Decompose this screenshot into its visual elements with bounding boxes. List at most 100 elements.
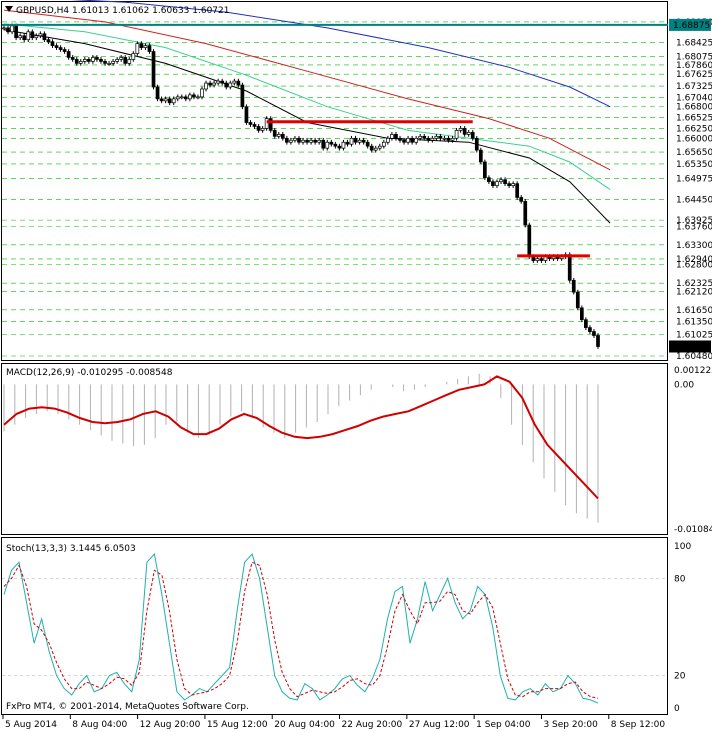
chart-header: GBPUSD,H4 1.61013 1.61062 1.60633 1.6072… xyxy=(16,6,229,16)
candle-body xyxy=(438,135,443,139)
price-label: 1.62800 xyxy=(676,260,712,270)
candle-body xyxy=(466,132,471,135)
candle-body xyxy=(280,133,285,139)
candle-body xyxy=(30,31,35,39)
price-label: 1.63300 xyxy=(676,241,712,251)
candle-body xyxy=(74,59,79,64)
candle-body xyxy=(256,126,261,131)
candle-body xyxy=(470,132,475,139)
candle-body xyxy=(14,25,18,39)
stoch-signal-line xyxy=(3,561,599,699)
candle-body xyxy=(95,57,99,60)
candle-body xyxy=(297,137,301,143)
candle-body xyxy=(272,130,277,137)
candle-body xyxy=(341,141,346,149)
candle-body xyxy=(151,51,156,88)
candle-body xyxy=(196,96,200,99)
candle-body xyxy=(430,137,435,141)
stoch-axis-label: 0 xyxy=(674,704,680,714)
candle-body xyxy=(111,61,115,64)
time-label: 5 Aug 2014 xyxy=(5,720,57,730)
candle-body xyxy=(6,27,10,33)
price-label: 1.64975 xyxy=(676,175,712,185)
moving-averages xyxy=(3,0,611,224)
candles xyxy=(2,23,600,349)
candle-body xyxy=(535,258,540,261)
candle-body xyxy=(474,137,479,151)
candle-body xyxy=(228,82,233,88)
candle-body xyxy=(200,88,204,98)
price-box-label: 1.60721 xyxy=(673,342,710,352)
candle-body xyxy=(373,147,378,151)
candle-body xyxy=(139,43,144,48)
candle-body xyxy=(147,45,152,52)
candle-body xyxy=(123,57,128,64)
chart-canvas: 1.689501.684251.680751.678601.676251.673… xyxy=(1,0,712,730)
time-label: 15 Aug 12:00 xyxy=(207,720,268,730)
candle-body xyxy=(34,35,39,39)
candle-body xyxy=(224,82,229,88)
candle-body xyxy=(402,139,406,143)
candle-body xyxy=(345,141,350,145)
candle-body xyxy=(22,35,27,41)
macd-layer: 0.001222 0.00 -0.010843 xyxy=(3,366,712,535)
time-label: 1 Sep 04:00 xyxy=(476,720,531,730)
candle-body xyxy=(212,82,216,86)
candle-body xyxy=(305,139,309,143)
candle-body xyxy=(365,141,370,147)
candle-body xyxy=(390,133,394,139)
candle-body xyxy=(377,145,382,149)
candle-body xyxy=(579,307,584,321)
candle-body xyxy=(462,128,467,135)
price-label: 1.61650 xyxy=(676,306,712,316)
price-label: 1.61350 xyxy=(676,318,712,328)
candle-body xyxy=(313,139,317,143)
candle-body xyxy=(175,96,180,100)
candle-body xyxy=(163,98,168,102)
candle-body xyxy=(91,57,95,62)
time-label: 8 Aug 04:00 xyxy=(72,720,127,730)
time-label: 3 Sep 20:00 xyxy=(543,720,598,730)
candle-body xyxy=(115,59,119,62)
candle-body xyxy=(337,145,342,149)
price-label: 1.63760 xyxy=(676,223,712,233)
candle-body xyxy=(264,118,269,129)
price-label: 1.61025 xyxy=(676,331,712,341)
time-label: 12 Aug 20:00 xyxy=(140,720,201,730)
candle-body xyxy=(349,137,354,145)
candle-body xyxy=(143,45,148,48)
price-label: 1.60480 xyxy=(676,352,712,362)
candle-body xyxy=(119,57,124,60)
candle-body xyxy=(398,137,402,141)
copyright-text: FxPro MT4, © 2001-2014, MetaQuotes Softw… xyxy=(6,702,249,712)
candle-body xyxy=(58,47,63,50)
macd-title: MACD(12,26,9) -0.010295 -0.008548 xyxy=(6,368,173,378)
price-label: 1.67625 xyxy=(676,70,712,80)
candle-body xyxy=(78,61,83,64)
price-label: 1.68425 xyxy=(676,39,712,49)
candle-body xyxy=(495,181,499,186)
candle-body xyxy=(107,63,111,65)
candle-body xyxy=(87,59,91,62)
candle-body xyxy=(478,149,483,163)
candle-body xyxy=(567,254,572,281)
candle-body xyxy=(240,84,245,108)
candle-body xyxy=(361,139,366,143)
candle-body xyxy=(458,128,463,131)
macd-axis-label: 0.001222 xyxy=(674,366,712,376)
candle-body xyxy=(321,139,326,149)
candle-body xyxy=(418,135,423,139)
price-grid xyxy=(2,21,668,357)
price-box-label: 1.68875 xyxy=(673,21,710,31)
candle-body xyxy=(483,161,487,179)
candle-body xyxy=(159,98,164,102)
candle-body xyxy=(426,137,431,141)
time-label: 20 Aug 04:00 xyxy=(274,720,335,730)
candle-body xyxy=(155,86,160,100)
candle-body xyxy=(317,139,322,143)
candle-body xyxy=(507,183,511,186)
candle-body xyxy=(329,141,334,145)
candle-body xyxy=(422,135,427,139)
candle-body xyxy=(252,124,257,127)
candle-body xyxy=(519,197,524,202)
